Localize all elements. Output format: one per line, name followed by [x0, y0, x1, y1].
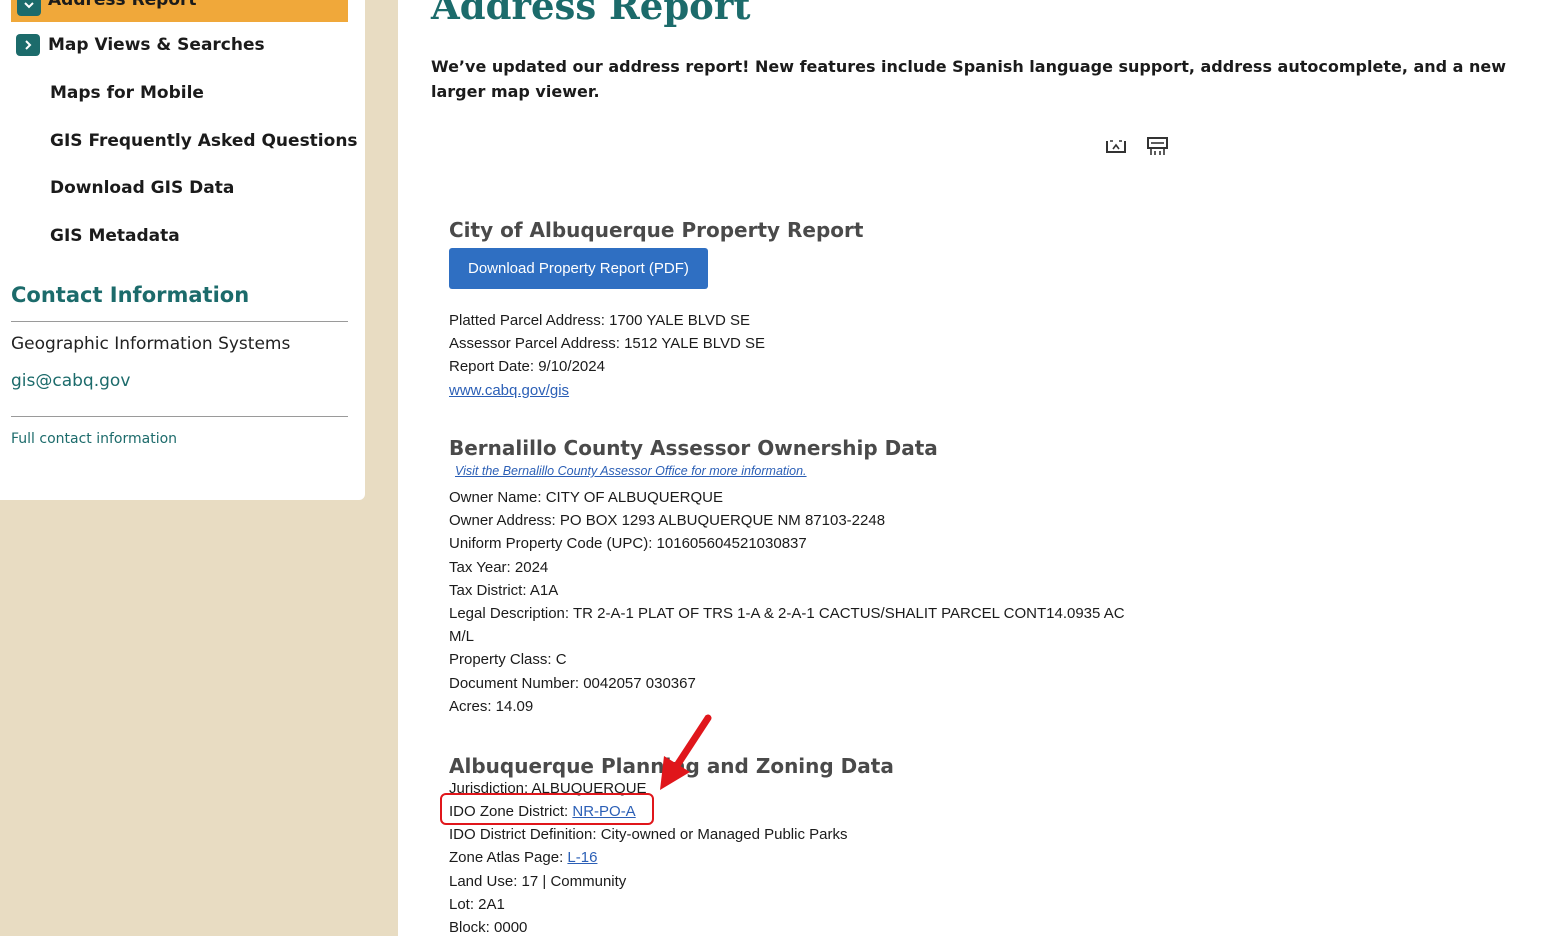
assessor-section: Bernalillo County Assessor Ownership Dat… [449, 436, 1139, 718]
sidebar-item-label: Map Views & Searches [48, 35, 265, 55]
assessor-heading: Bernalillo County Assessor Ownership Dat… [449, 436, 938, 460]
owner-name: Owner Name: CITY OF ALBUQUERQUE [449, 489, 723, 506]
page-title: Address Report [431, 0, 751, 28]
sidebar-item-gis-metadata[interactable]: GIS Metadata [50, 226, 180, 246]
annotation-arrow-icon [660, 714, 712, 790]
document-number: Document Number: 0042057 030367 [449, 674, 696, 692]
sidebar-nav: Address Report Map Views & Searches Maps… [0, 0, 365, 500]
ido-definition: IDO District Definition: City-owned or M… [449, 826, 848, 844]
divider [11, 321, 348, 322]
planning-heading: Albuquerque Planning and Zoning Data [449, 754, 894, 778]
report-content: City of Albuquerque Property Report Down… [449, 218, 1139, 936]
report-date: Report Date: 9/10/2024 [449, 358, 605, 376]
block: Block: 0000 [449, 918, 528, 936]
zone-atlas-link[interactable]: L-16 [567, 849, 597, 866]
atlas-label: Zone Atlas Page: [449, 849, 568, 867]
sidebar-item-maps-mobile[interactable]: Maps for Mobile [50, 83, 204, 103]
property-report-heading: City of Albuquerque Property Report [449, 218, 864, 242]
fullscreen-icon[interactable] [1106, 137, 1126, 159]
tax-district: Tax District: A1A [449, 581, 559, 599]
land-use: Land Use: 17 | Community [449, 872, 627, 890]
chevron-down-icon [17, 0, 41, 16]
property-class: Property Class: C [449, 651, 567, 669]
contact-email-link[interactable]: gis@cabq.gov [11, 371, 130, 391]
zone-highlight-box [440, 793, 654, 825]
assessor-office-link[interactable]: Visit the Bernalillo County Assessor Off… [455, 464, 807, 478]
download-pdf-button[interactable]: Download Property Report (PDF) [449, 248, 708, 289]
tax-year: Tax Year: 2024 [449, 558, 549, 576]
owner-address: Owner Address: PO BOX 1293 ALBUQUERQUE N… [449, 512, 886, 530]
chevron-right-icon[interactable] [16, 34, 40, 56]
lot: Lot: 2A1 [449, 895, 505, 913]
assessor-address: Assessor Parcel Address: 1512 YALE BLVD … [449, 335, 765, 353]
upc: Uniform Property Code (UPC): 10160560452… [449, 535, 807, 553]
divider [11, 416, 348, 417]
sidebar-item-label: Address Report [48, 0, 197, 10]
sidebar-item-address-report[interactable]: Address Report [11, 0, 348, 22]
print-icon[interactable] [1147, 137, 1168, 161]
intro-text: We’ve updated our address report! New fe… [431, 57, 1507, 101]
sidebar-item-map-views[interactable]: Map Views & Searches [16, 34, 265, 56]
platted-address: Platted Parcel Address: 1700 YALE BLVD S… [449, 312, 751, 329]
planning-section: Albuquerque Planning and Zoning Data Jur… [449, 754, 1139, 939]
zone-atlas-page: Zone Atlas Page: L-16 [449, 846, 1139, 869]
full-contact-link[interactable]: Full contact information [11, 431, 177, 447]
cabq-gis-link[interactable]: www.cabq.gov/gis [449, 382, 569, 399]
sidebar-item-download-gis[interactable]: Download GIS Data [50, 178, 234, 198]
sidebar-item-gis-faq[interactable]: GIS Frequently Asked Questions [50, 131, 358, 151]
contact-org: Geographic Information Systems [11, 334, 291, 354]
contact-title: Contact Information [11, 283, 250, 307]
acres: Acres: 14.09 [449, 697, 534, 715]
legal-description: Legal Description: TR 2-A-1 PLAT OF TRS … [449, 604, 1125, 646]
